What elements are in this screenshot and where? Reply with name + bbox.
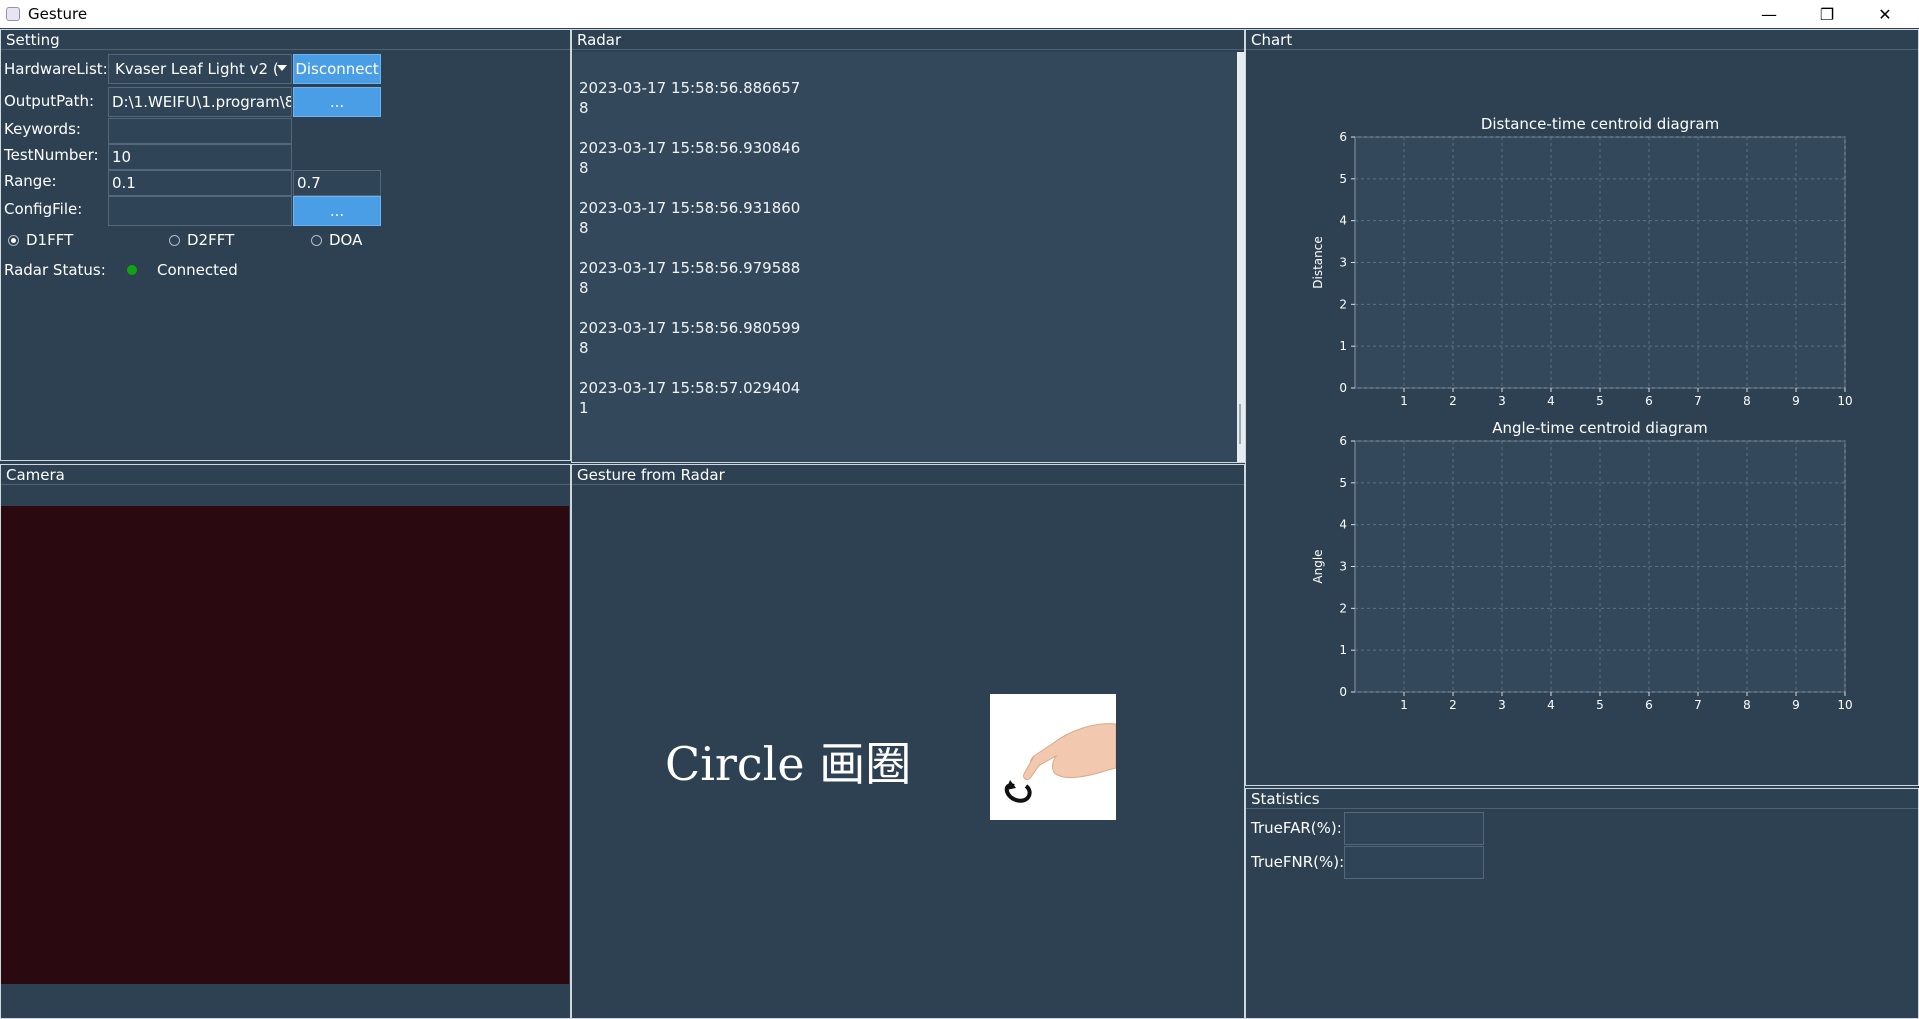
radar-title: Radar: [577, 31, 622, 49]
maximize-button[interactable]: ❐: [1798, 0, 1856, 28]
chart-title: Chart: [1251, 31, 1293, 49]
window-title: Gesture: [28, 5, 88, 23]
config-file-label: ConfigFile:: [4, 200, 83, 218]
radio-d1fft[interactable]: [8, 235, 19, 246]
output-path-label: OutputPath:: [4, 92, 95, 110]
radar-title-divider: [572, 49, 1244, 50]
setting-title: Setting: [6, 31, 60, 49]
output-path-browse-button[interactable]: ...: [293, 87, 381, 117]
setting-title-divider: [1, 49, 570, 50]
radar-status-label: Radar Status:: [4, 261, 106, 279]
log-entry-value: 8: [579, 219, 589, 237]
range-label: Range:: [4, 172, 57, 190]
config-file-browse-button[interactable]: ...: [293, 196, 381, 226]
config-file-input[interactable]: [108, 196, 292, 226]
hardware-label: HardwareList:: [4, 60, 108, 78]
log-entry-value: 8: [579, 159, 589, 177]
gesture-title-divider: [572, 484, 1244, 485]
log-entry-value: 8: [579, 339, 589, 357]
radar-log-scrollbar[interactable]: [1237, 52, 1245, 462]
close-button[interactable]: ✕: [1856, 0, 1914, 28]
chart-title-divider: [1246, 49, 1918, 50]
camera-title-divider: [1, 484, 570, 485]
range-min-input[interactable]: 0.1: [108, 170, 292, 196]
statistics-title-divider: [1246, 808, 1918, 809]
gesture-label: Circle 画圈: [665, 737, 912, 791]
scrollbar-thumb[interactable]: [1239, 404, 1241, 444]
range-max-input[interactable]: 0.7: [293, 170, 381, 196]
radar-status-value: Connected: [157, 261, 238, 279]
hardware-select[interactable]: Kvaser Leaf Light v2 (: [108, 54, 292, 84]
minimize-button[interactable]: —: [1740, 0, 1798, 28]
window-titlebar: Gesture — ❐ ✕: [0, 0, 1919, 28]
test-number-input[interactable]: 10: [108, 144, 292, 170]
radio-d2fft[interactable]: [169, 235, 180, 246]
setting-panel: Setting HardwareList: Kvaser Leaf Light …: [0, 29, 571, 461]
true-fnr-field: [1344, 846, 1484, 879]
camera-feed: [1, 506, 569, 984]
chevron-down-icon: [277, 65, 287, 71]
hardware-select-value: Kvaser Leaf Light v2 (: [115, 60, 279, 78]
hand-circle-gesture-icon: [990, 694, 1117, 820]
radio-doa[interactable]: [311, 235, 322, 246]
radio-d1fft-label[interactable]: D1FFT: [26, 231, 73, 249]
log-entry-timestamp: 2023-03-17 15:58:56.980599: [579, 319, 801, 337]
log-entry-value: 8: [579, 279, 589, 297]
camera-title: Camera: [6, 466, 65, 484]
radar-log[interactable]: 2023-03-17 15:58:56.886657 8 2023-03-17 …: [573, 52, 1237, 462]
log-entry-timestamp: 2023-03-17 15:58:56.979588: [579, 259, 801, 277]
output-path-input[interactable]: D:\1.WEIFU\1.program\8.: [108, 87, 292, 117]
status-indicator-icon: [127, 265, 137, 275]
log-entry-value: 1: [579, 399, 589, 417]
test-number-label: TestNumber:: [4, 146, 99, 164]
log-entry-value: 8: [579, 99, 589, 117]
chart-panel: Chart: [1245, 29, 1919, 786]
statistics-panel: Statistics TrueFAR(%): TrueFNR(%):: [1245, 788, 1919, 1019]
true-far-field: [1344, 812, 1484, 845]
keywords-label: Keywords:: [4, 120, 81, 138]
gesture-title: Gesture from Radar: [577, 466, 725, 484]
radio-doa-label[interactable]: DOA: [329, 231, 362, 249]
keywords-input[interactable]: [108, 118, 292, 144]
disconnect-button[interactable]: Disconnect: [293, 54, 381, 84]
true-fnr-label: TrueFNR(%):: [1251, 853, 1345, 871]
log-entry-timestamp: 2023-03-17 15:58:56.886657: [579, 79, 801, 97]
app-icon: [6, 7, 20, 21]
log-entry-timestamp: 2023-03-17 15:58:57.029404: [579, 379, 801, 397]
log-entry-timestamp: 2023-03-17 15:58:56.930846: [579, 139, 801, 157]
log-entry-timestamp: 2023-03-17 15:58:56.931860: [579, 199, 801, 217]
radio-d2fft-label[interactable]: D2FFT: [187, 231, 234, 249]
true-far-label: TrueFAR(%):: [1251, 819, 1342, 837]
statistics-title: Statistics: [1251, 790, 1320, 808]
